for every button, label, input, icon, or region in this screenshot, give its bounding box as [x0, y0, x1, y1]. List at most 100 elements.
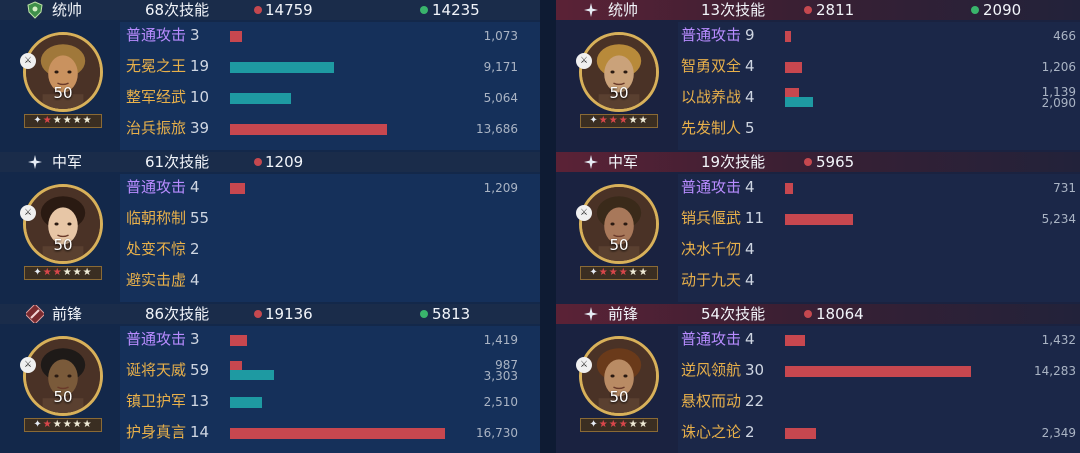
heal-bar — [230, 370, 274, 380]
skill-row: 先发制人 5 — [556, 113, 1080, 143]
skill-count: 39 — [190, 119, 210, 137]
skill-count: 22 — [745, 392, 765, 410]
skill-count: 2 — [190, 240, 200, 258]
skill-row: 护身真言 14 16,730 — [0, 417, 540, 447]
skill-name[interactable]: 处变不惊 2 — [126, 240, 200, 258]
value-label: 1,419 — [483, 333, 518, 347]
role-label: 统帅 — [608, 1, 639, 19]
value-label: 5,234 — [1041, 212, 1076, 226]
skill-name[interactable]: 无冕之王 19 — [126, 57, 209, 75]
skill-name[interactable]: 临朝称制 55 — [126, 209, 209, 227]
skill-name[interactable]: 逆风领航 30 — [681, 361, 764, 379]
skill-name[interactable]: 普通攻击 4 — [681, 330, 755, 348]
skill-row: 智勇双全 4 1,206 — [556, 51, 1080, 81]
sword-icon — [24, 303, 46, 325]
skill-name-text: 动于九天 — [681, 271, 742, 289]
skill-name[interactable]: 镇卫护军 13 — [126, 392, 209, 410]
skill-name[interactable]: 以战养战 4 — [681, 88, 755, 106]
role-label: 统帅 — [52, 1, 83, 19]
skill-count: 30 — [745, 361, 765, 379]
skill-name[interactable]: 治兵振旅 39 — [126, 119, 209, 137]
skill-name-text: 悬权而动 — [681, 392, 742, 410]
role-label: 前锋 — [52, 305, 83, 323]
skill-cast-count: 13次技能 — [701, 1, 766, 19]
skill-name[interactable]: 整军经武 10 — [126, 88, 209, 106]
skill-row: 决水千仞 4 — [556, 234, 1080, 264]
skill-row: 普通攻击 9 466 — [556, 20, 1080, 50]
skill-name[interactable]: 动于九天 4 — [681, 271, 755, 289]
value-label: 2,090 — [1041, 96, 1076, 110]
section-header: 统帅 13次技能 2811 2090 — [556, 0, 1080, 20]
heal-bar — [230, 397, 262, 408]
skill-count: 4 — [745, 57, 755, 75]
skill-name[interactable]: 普通攻击 3 — [126, 26, 200, 44]
skill-row: 临朝称制 55 — [0, 203, 540, 233]
heal-dot-icon — [420, 6, 428, 14]
damage-bar — [230, 335, 247, 346]
skill-name[interactable]: 普通攻击 4 — [681, 178, 755, 196]
section-header: 统帅 68次技能 14759 14235 — [0, 0, 540, 20]
skill-cast-count: 68次技能 — [145, 1, 210, 19]
value-label: 1,209 — [483, 181, 518, 195]
skill-row: 镇卫护军 13 2,510 — [0, 386, 540, 416]
sparkle-icon — [26, 153, 44, 171]
heal-bar — [230, 93, 291, 104]
section-header: 中军 61次技能 1209 — [0, 152, 540, 172]
skill-count: 59 — [190, 361, 210, 379]
skill-name-text: 普通攻击 — [126, 178, 187, 196]
value-label: 1,432 — [1041, 333, 1076, 347]
skill-name[interactable]: 诛心之论 2 — [681, 423, 755, 441]
skill-name[interactable]: 普通攻击 4 — [126, 178, 200, 196]
skill-count: 11 — [745, 209, 765, 227]
skill-row: 诛心之论 2 2,349 — [556, 417, 1080, 447]
value-label: 731 — [1053, 181, 1076, 195]
heal-dot-icon — [971, 6, 979, 14]
skill-name[interactable]: 避实击虚 4 — [126, 271, 200, 289]
sparkle-icon — [582, 153, 600, 171]
skill-name[interactable]: 先发制人 5 — [681, 119, 755, 137]
skill-count: 5 — [745, 119, 755, 137]
shield-icon — [26, 1, 44, 19]
skill-count: 4 — [745, 330, 755, 348]
skill-count: 4 — [190, 178, 200, 196]
value-label: 2,349 — [1041, 426, 1076, 440]
damage-bar — [230, 428, 445, 439]
heal-total: 5813 — [432, 305, 471, 323]
value-label: 5,064 — [483, 91, 518, 105]
skill-row: 治兵振旅 39 13,686 — [0, 113, 540, 143]
skill-row: 避实击虚 4 — [0, 265, 540, 295]
skill-name-text: 普通攻击 — [126, 330, 187, 348]
commander-section: 中军 19次技能 5965 ⚔ 50 ✦★★★★★ 普通攻击 4 731 销兵偃武 11 5,234 决… — [556, 152, 1080, 304]
skill-name-text: 普通攻击 — [681, 330, 742, 348]
skill-name-text: 治兵振旅 — [126, 119, 187, 137]
value-label: 14,283 — [1034, 364, 1076, 378]
skill-name[interactable]: 普通攻击 3 — [126, 330, 200, 348]
sparkle-icon — [582, 305, 600, 323]
role-label: 中军 — [608, 153, 639, 171]
commander-section: 统帅 68次技能 14759 14235 ⚔ 50 ✦★★★★★ 普通攻击 3 1,073 无冕之王… — [0, 0, 540, 152]
commander-section: 前锋 86次技能 19136 5813 ⚔ 50 ✦★★★★★ 普通攻击 3 1,419 诞将天威 5… — [0, 303, 540, 453]
value-label: 1,206 — [1041, 60, 1076, 74]
skill-name[interactable]: 诞将天威 59 — [126, 361, 209, 379]
skill-name[interactable]: 销兵偃武 11 — [681, 209, 764, 227]
skill-name[interactable]: 悬权而动 22 — [681, 392, 764, 410]
commander-section: 中军 61次技能 1209 ⚔ 50 ✦★★★★★ 普通攻击 4 1,209 临朝称制 55 处变不惊… — [0, 152, 540, 304]
skill-name-text: 普通攻击 — [681, 178, 742, 196]
skill-name-text: 护身真言 — [126, 423, 187, 441]
skill-row: 普通攻击 4 1,432 — [556, 324, 1080, 354]
skill-name[interactable]: 护身真言 14 — [126, 423, 209, 441]
skill-row: 动于九天 4 — [556, 265, 1080, 295]
skill-name[interactable]: 智勇双全 4 — [681, 57, 755, 75]
damage-bar — [785, 366, 971, 377]
skill-name[interactable]: 普通攻击 9 — [681, 26, 755, 44]
skill-row: 销兵偃武 11 5,234 — [556, 203, 1080, 233]
value-label: 2,510 — [483, 395, 518, 409]
right-team-panel: 统帅 13次技能 2811 2090 ⚔ 50 ✦★★★★★ 普通攻击 9 466 智勇双全 4 1,2… — [556, 0, 1080, 453]
skill-cast-count: 19次技能 — [701, 153, 766, 171]
skill-name[interactable]: 决水千仞 4 — [681, 240, 755, 258]
skill-row: 悬权而动 22 — [556, 386, 1080, 416]
skill-name-text: 诛心之论 — [681, 423, 742, 441]
skill-row: 逆风领航 30 14,283 — [556, 355, 1080, 385]
skill-count: 14 — [190, 423, 210, 441]
heal-bar — [230, 62, 334, 73]
